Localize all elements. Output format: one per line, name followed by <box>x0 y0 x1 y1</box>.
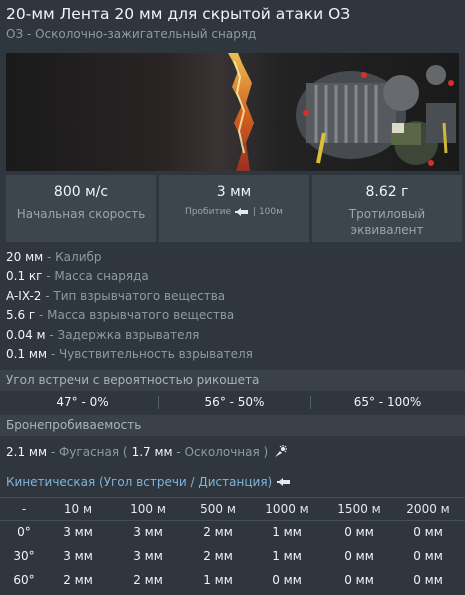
char-label: - Чувствительность взрывателя <box>47 346 253 361</box>
char-label: - Калибр <box>43 250 102 264</box>
table-cell: 1 мм <box>203 573 233 587</box>
table-cell: 0 мм <box>272 573 302 587</box>
table-header-cell: - <box>21 502 27 516</box>
table-cell: 3 мм <box>133 525 163 539</box>
list-item: 0.04 м - Задержка взрывателя <box>6 328 461 347</box>
table-cell: 60° <box>13 573 35 587</box>
table-header-cell: 1000 м <box>265 502 309 516</box>
penetration-card: 3 мм Пробитие | 100м <box>159 175 309 242</box>
table-row: 0° 3 мм 3 мм 2 мм 1 мм 0 мм 0 мм <box>0 521 465 545</box>
table-header-row: - 10 м 100 м 500 м 1000 м 1500 м 2000 м <box>0 497 465 521</box>
tnt-equivalent-value: 8.62 г <box>365 184 409 200</box>
table-cell: 0 мм <box>413 525 443 539</box>
frag-value: 1.7 мм <box>131 445 173 459</box>
penetration-value: 3 мм <box>216 184 252 200</box>
tnt-equivalent-card: 8.62 г Тротиловый эквивалент <box>312 175 462 242</box>
kinetic-penetration-title: Кинетическая (Угол встречи / Дистанция) <box>6 475 291 489</box>
page-subtitle: ОЗ - Осколочно-зажигательный снаряд <box>6 27 257 41</box>
table-cell: 0 мм <box>344 549 374 563</box>
char-value: 0.04 м <box>6 327 46 342</box>
table-cell: 0 мм <box>344 525 374 539</box>
armor-section-header: Бронепробиваемость <box>0 415 465 436</box>
char-value: 0.1 мм <box>6 346 48 361</box>
table-header-cell: 1500 м <box>337 502 381 516</box>
tnt-equivalent-label: Тротиловый эквивалент <box>348 207 426 237</box>
ricochet-value: 47° - 0% <box>56 395 109 409</box>
char-value: 5.6 г <box>6 308 36 323</box>
char-value: A-IX-2 <box>6 288 42 303</box>
table-cell: 2 мм <box>203 525 233 539</box>
table-header-cell: 10 м <box>63 502 93 516</box>
table-cell: 3 мм <box>63 549 93 563</box>
characteristics-list: 20 мм - Калибр 0.1 кг - Масса снаряда A-… <box>6 250 461 366</box>
table-cell: 2 мм <box>203 549 233 563</box>
frag-icon <box>272 444 288 460</box>
ricochet-values-row: 47° - 0% 56° - 50% 65° - 100% <box>0 392 465 412</box>
shell-icon <box>277 476 291 488</box>
table-cell: 30° <box>13 549 35 563</box>
ricochet-value: 65° - 100% <box>353 395 422 409</box>
penetration-label-row: Пробитие | 100м <box>159 206 309 218</box>
table-header-cell: 500 м <box>200 502 236 516</box>
list-item: 20 мм - Калибр <box>6 250 461 269</box>
table-header-cell: 100 м <box>130 502 166 516</box>
muzzle-velocity-value: 800 м/с <box>53 184 109 200</box>
table-cell: 2 мм <box>63 573 93 587</box>
table-header-cell: 2000 м <box>406 502 450 516</box>
table-cell: 3 мм <box>133 549 163 563</box>
muzzle-velocity-card: 800 м/с Начальная скорость <box>6 175 156 242</box>
list-item: 0.1 мм - Чувствительность взрывателя <box>6 347 461 366</box>
char-label: - Тип взрывчатого вещества <box>41 288 226 303</box>
he-value: 2.1 мм <box>6 445 48 459</box>
table-cell: 3 мм <box>63 525 93 539</box>
header: 20-мм Лента 20 мм для скрытой атаки ОЗ О… <box>0 0 465 48</box>
penetration-distance: | 100м <box>253 207 283 217</box>
penetration-label: Пробитие <box>185 207 232 217</box>
illustration-svg <box>6 53 459 171</box>
list-item: A-IX-2 - Тип взрывчатого вещества <box>6 289 461 308</box>
table-cell: 2 мм <box>133 573 163 587</box>
table-row: 60° 2 мм 2 мм 1 мм 0 мм 0 мм 0 мм <box>0 569 465 593</box>
char-label: - Задержка взрывателя <box>45 327 200 342</box>
ricochet-section-title: Угол встречи с вероятностью рикошета <box>6 373 260 387</box>
shell-icon <box>235 206 249 218</box>
table-row: 30° 3 мм 3 мм 2 мм 1 мм 0 мм 0 мм <box>0 545 465 569</box>
char-label: - Масса взрывчатого вещества <box>35 308 235 323</box>
he-label: - Фугасная ( <box>47 445 128 459</box>
muzzle-velocity-label: Начальная скорость <box>16 207 146 221</box>
table-cell: 0° <box>17 525 31 539</box>
armor-section-title: Бронепробиваемость <box>6 418 142 432</box>
page-title: 20-мм Лента 20 мм для скрытой атаки ОЗ <box>6 5 351 23</box>
table-cell: 0 мм <box>413 549 443 563</box>
list-item: 5.6 г - Масса взрывчатого вещества <box>6 308 461 327</box>
char-label: - Масса снаряда <box>42 269 149 284</box>
ricochet-section-header: Угол встречи с вероятностью рикошета <box>0 370 465 391</box>
char-value: 0.1 кг <box>6 269 43 284</box>
list-item: 0.1 кг - Масса снаряда <box>6 269 461 288</box>
frag-label: - Осколочная ) <box>172 445 269 459</box>
ricochet-value: 56° - 50% <box>204 395 265 409</box>
kinetic-title-text: Кинетическая (Угол встречи / Дистанция) <box>6 475 273 489</box>
table-cell: 1 мм <box>272 525 302 539</box>
shell-hit-illustration <box>6 53 459 171</box>
table-cell: 0 мм <box>413 573 443 587</box>
he-frag-penetration: 2.1 мм - Фугасная ( 1.7 мм - Осколочная … <box>6 444 288 460</box>
table-cell: 1 мм <box>272 549 302 563</box>
table-cell: 0 мм <box>344 573 374 587</box>
penetration-table: - 10 м 100 м 500 м 1000 м 1500 м 2000 м … <box>0 497 465 593</box>
char-value: 20 мм <box>6 250 44 264</box>
